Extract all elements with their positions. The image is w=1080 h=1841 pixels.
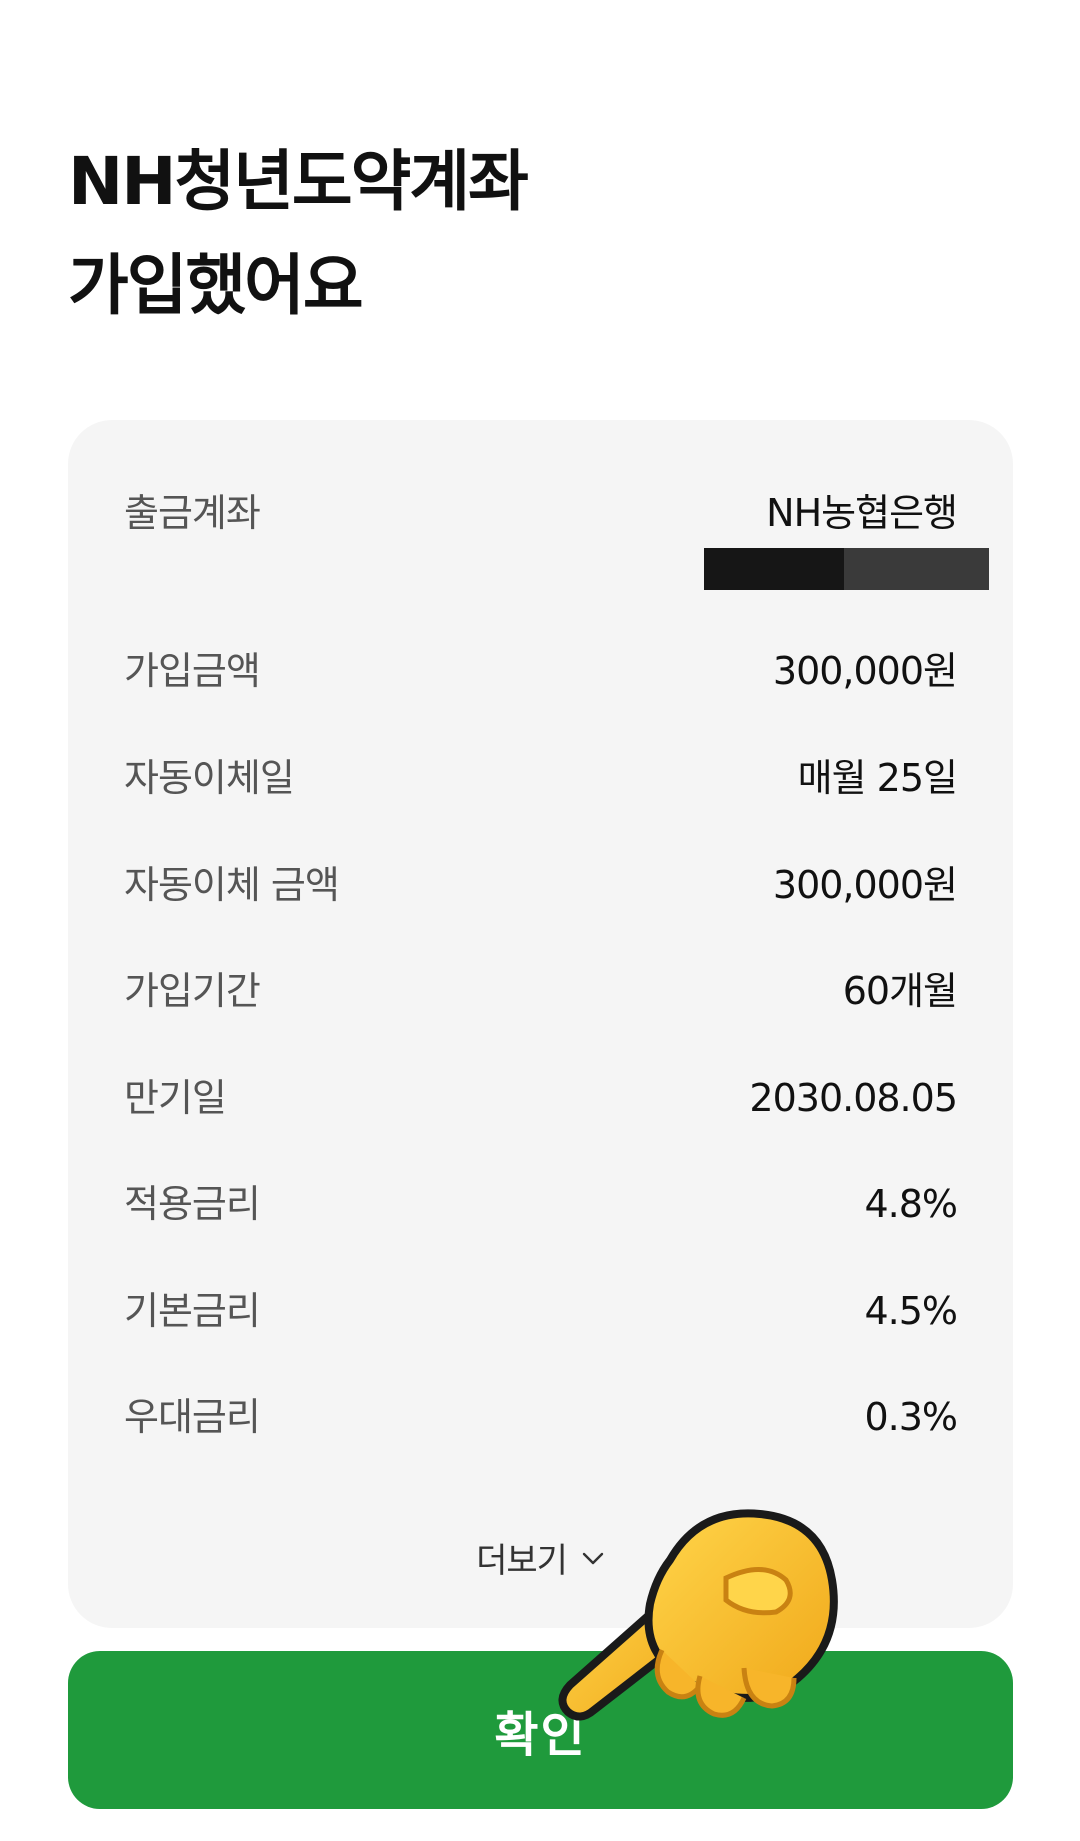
detail-value: 0.3% xyxy=(864,1395,958,1439)
masked-block xyxy=(704,548,844,590)
detail-value: 60개월 xyxy=(842,969,958,1013)
detail-label: 기본금리 xyxy=(124,1289,261,1333)
detail-value: NH농협은행 xyxy=(766,491,958,535)
detail-label: 자동이체 금액 xyxy=(124,863,340,907)
detail-row-deposit-amount: 가입금액 300,000원 xyxy=(124,646,958,696)
detail-label: 우대금리 xyxy=(124,1395,261,1439)
detail-row-applied-rate: 적용금리 4.8% xyxy=(124,1179,958,1229)
show-more-button[interactable]: 더보기 xyxy=(68,1533,1013,1582)
confirm-button[interactable]: 확인 xyxy=(68,1651,1013,1809)
chevron-down-icon xyxy=(582,1552,604,1564)
detail-row-maturity-date: 만기일 2030.08.05 xyxy=(124,1073,958,1123)
detail-value: 4.5% xyxy=(864,1289,958,1333)
detail-row-auto-transfer-amount: 자동이체 금액 300,000원 xyxy=(124,860,958,910)
detail-label: 가입기간 xyxy=(124,969,261,1013)
title-line-1: NH청년도약계좌 xyxy=(68,143,529,220)
detail-label: 적용금리 xyxy=(124,1182,261,1226)
detail-row-term: 가입기간 60개월 xyxy=(124,966,958,1016)
page-title: NH청년도약계좌 가입했어요 xyxy=(68,130,529,338)
detail-value: 2030.08.05 xyxy=(749,1076,958,1120)
detail-label: 만기일 xyxy=(124,1076,227,1120)
show-more-label: 더보기 xyxy=(476,1541,568,1581)
detail-value: 매월 25일 xyxy=(797,756,958,800)
masked-block xyxy=(844,548,989,590)
masked-account-number xyxy=(704,548,989,590)
detail-row-base-rate: 기본금리 4.5% xyxy=(124,1286,958,1336)
detail-row-withdrawal-account: 출금계좌 NH농협은행 xyxy=(124,488,989,590)
title-line-2: 가입했어요 xyxy=(68,247,364,324)
withdrawal-account-value: NH농협은행 xyxy=(704,488,989,590)
account-details-card: 출금계좌 NH농협은행 가입금액 300,000원 자동이체일 매월 25일 자… xyxy=(68,420,1013,1628)
detail-row-preferential-rate: 우대금리 0.3% xyxy=(124,1392,958,1442)
detail-label: 출금계좌 xyxy=(124,491,261,535)
detail-value: 300,000원 xyxy=(772,863,958,907)
detail-value: 300,000원 xyxy=(772,649,958,693)
detail-label: 자동이체일 xyxy=(124,756,295,800)
detail-value: 4.8% xyxy=(864,1182,958,1226)
detail-row-auto-transfer-day: 자동이체일 매월 25일 xyxy=(124,753,958,803)
detail-label: 가입금액 xyxy=(124,649,261,693)
